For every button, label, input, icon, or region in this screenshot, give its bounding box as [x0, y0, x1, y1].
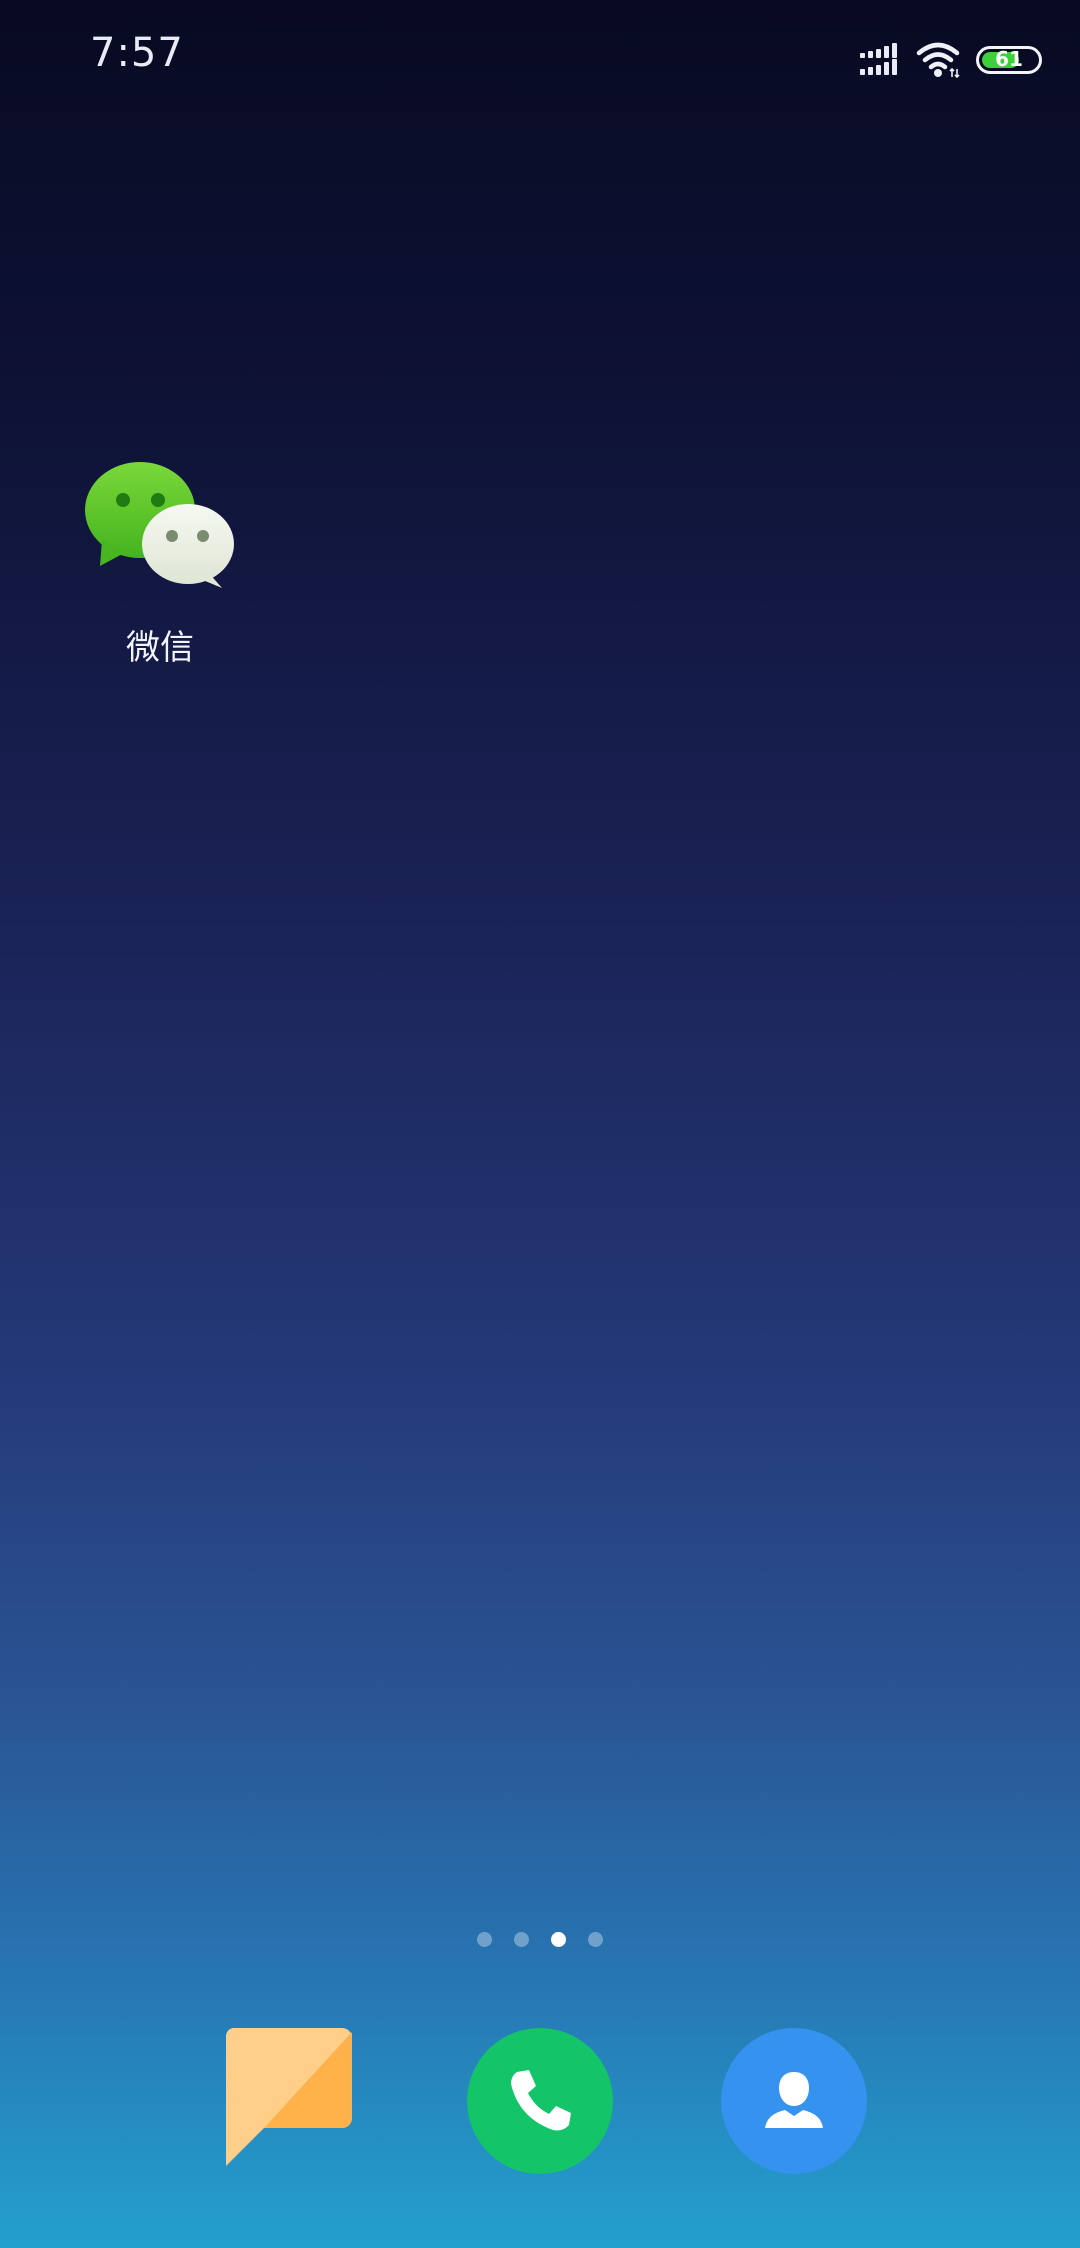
contacts-circle	[721, 2028, 867, 2174]
contacts-icon	[765, 2072, 823, 2128]
status-icons: 61	[860, 38, 1042, 82]
phone-circle	[467, 2028, 613, 2174]
status-bar: 7:57 61	[0, 0, 1080, 120]
page-dot-4[interactable]	[588, 1932, 603, 1947]
page-indicator[interactable]	[0, 1932, 1080, 1947]
battery-level: 61	[995, 47, 1023, 71]
page-dot-2[interactable]	[514, 1932, 529, 1947]
dock-messages-button[interactable]	[226, 2028, 372, 2174]
app-label-wechat: 微信	[126, 628, 194, 668]
page-dot-3-active[interactable]	[551, 1932, 566, 1947]
status-time: 7:57	[90, 30, 184, 76]
wechat-icon	[85, 462, 234, 588]
page-dot-1[interactable]	[477, 1932, 492, 1947]
dock-contacts-button[interactable]	[721, 2028, 867, 2174]
phone-icon	[511, 2070, 571, 2131]
wifi-icon	[916, 41, 962, 79]
signal-icon	[860, 43, 902, 77]
app-wechat[interactable]: 微信	[80, 460, 240, 669]
battery-icon: 61	[976, 46, 1042, 74]
dock-phone-button[interactable]	[467, 2028, 613, 2174]
messages-icon	[226, 2028, 352, 2166]
